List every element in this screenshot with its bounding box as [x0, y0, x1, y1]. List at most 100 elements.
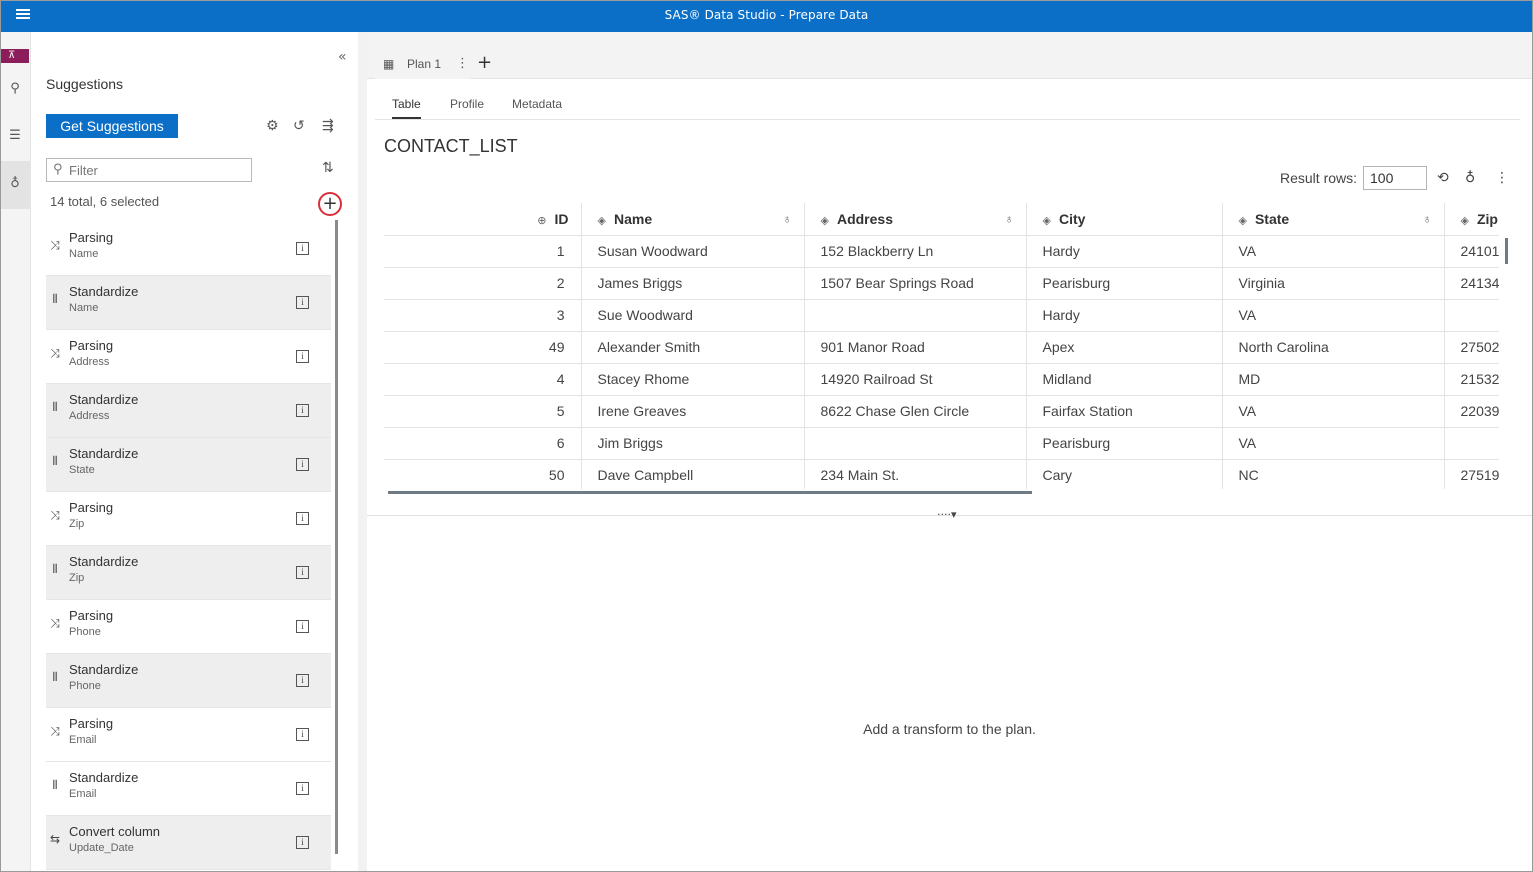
plan-tab-label[interactable]: Plan 1	[407, 57, 441, 71]
add-suggestions-button[interactable]: +	[318, 192, 342, 216]
column-header-state[interactable]: ◈ State ♁	[1222, 203, 1445, 236]
filter-field[interactable]: ⚲	[46, 158, 252, 182]
info-icon[interactable]: i	[296, 566, 309, 579]
suggestion-item[interactable]: ⤨ Parsing Phone i	[46, 600, 331, 654]
table-cell[interactable]: 50	[384, 459, 582, 489]
suggestion-item[interactable]: ⫴ Standardize Address i	[46, 384, 331, 438]
table-cell[interactable]: 152 Blackberry Ln	[804, 235, 1027, 268]
table-cell[interactable]	[804, 299, 1027, 332]
transforms-icon[interactable]: ⚲	[6, 80, 24, 98]
tab-table[interactable]: Table	[392, 97, 421, 119]
suggestion-item[interactable]: ⫴ Standardize State i	[46, 438, 331, 492]
table-cell[interactable]: 27502	[1444, 331, 1499, 364]
table-cell[interactable]: 8622 Chase Glen Circle	[804, 395, 1027, 428]
grid-horizontal-scrollbar[interactable]	[388, 491, 1032, 494]
table-cell[interactable]: 1507 Bear Springs Road	[804, 267, 1027, 300]
columns-icon[interactable]: ☰	[6, 127, 24, 145]
table-cell[interactable]: 24101	[1444, 235, 1499, 268]
suggestion-item[interactable]: ⫴ Standardize Email i	[46, 762, 331, 816]
lightbulb-icon[interactable]: ♁	[1465, 170, 1475, 186]
info-icon[interactable]: i	[296, 836, 309, 849]
column-suggestion-icon[interactable]: ♁	[1423, 212, 1432, 226]
table-cell[interactable]: Apex	[1026, 331, 1223, 364]
table-cell[interactable]: 14920 Railroad St	[804, 363, 1027, 396]
get-suggestions-button[interactable]: Get Suggestions	[46, 114, 178, 138]
table-cell[interactable]: 22039	[1444, 395, 1499, 428]
suggestion-item[interactable]: ⤨ Parsing Address i	[46, 330, 331, 384]
info-icon[interactable]: i	[296, 458, 309, 471]
table-cell[interactable]: 24134	[1444, 267, 1499, 300]
info-icon[interactable]: i	[296, 404, 309, 417]
table-cell[interactable]: Fairfax Station	[1026, 395, 1223, 428]
info-icon[interactable]: i	[296, 728, 309, 741]
suggestion-item[interactable]: ⤨ Parsing Name i	[46, 222, 331, 276]
column-header-id[interactable]: ⊕ ID	[384, 203, 582, 236]
table-cell[interactable]: VA	[1222, 235, 1445, 268]
table-cell[interactable]: 234 Main St.	[804, 459, 1027, 489]
info-icon[interactable]: i	[296, 512, 309, 525]
table-cell[interactable]	[1444, 427, 1499, 460]
table-cell[interactable]: Susan Woodward	[581, 235, 805, 268]
add-plan-tab-icon[interactable]: +	[477, 52, 492, 73]
column-header-city[interactable]: ◈ City	[1026, 203, 1223, 236]
suggestion-item[interactable]: ⇆ Convert column Update_Date i	[46, 816, 331, 870]
info-icon[interactable]: i	[296, 620, 309, 633]
pin-icon[interactable]: ⊼	[1, 49, 29, 63]
table-cell[interactable]: 2	[384, 267, 582, 300]
tab-profile[interactable]: Profile	[450, 97, 484, 111]
plan-options-icon[interactable]: ⋮	[456, 56, 469, 71]
suggestion-item[interactable]: ⫴ Standardize Zip i	[46, 546, 331, 600]
splitter-handle-icon[interactable]: ····▾	[937, 508, 957, 521]
table-cell[interactable]: Dave Campbell	[581, 459, 805, 489]
table-cell[interactable]: Alexander Smith	[581, 331, 805, 364]
info-icon[interactable]: i	[296, 242, 309, 255]
table-cell[interactable]: VA	[1222, 427, 1445, 460]
table-cell[interactable]: Sue Woodward	[581, 299, 805, 332]
table-cell[interactable]: James Briggs	[581, 267, 805, 300]
table-cell[interactable]: Stacey Rhome	[581, 363, 805, 396]
table-cell[interactable]: Virginia	[1222, 267, 1445, 300]
select-icon[interactable]: ⇶	[322, 118, 334, 134]
collapse-panel-icon[interactable]: «	[338, 49, 347, 65]
suggestion-item[interactable]: ⤨ Parsing Zip i	[46, 492, 331, 546]
table-cell[interactable]: Hardy	[1026, 299, 1223, 332]
suggestion-scrollbar[interactable]	[335, 220, 338, 854]
table-cell[interactable]: NC	[1222, 459, 1445, 489]
info-icon[interactable]: i	[296, 674, 309, 687]
sort-icon[interactable]: ⇅	[322, 160, 334, 176]
table-cell[interactable]: MD	[1222, 363, 1445, 396]
reset-icon[interactable]: ↺	[293, 118, 305, 134]
result-rows-input[interactable]	[1363, 166, 1427, 190]
info-icon[interactable]: i	[296, 350, 309, 363]
table-cell[interactable]: 27519	[1444, 459, 1499, 489]
suggestion-item[interactable]: ⫴ Standardize Phone i	[46, 654, 331, 708]
column-header-zip[interactable]: ◈ Zip	[1444, 203, 1499, 236]
table-cell[interactable]: 21532	[1444, 363, 1499, 396]
table-cell[interactable]: Pearisburg	[1026, 267, 1223, 300]
suggestions-icon[interactable]: ♁	[6, 175, 24, 193]
info-icon[interactable]: i	[296, 782, 309, 795]
table-cell[interactable]: 5	[384, 395, 582, 428]
settings-gear-icon[interactable]: ⚙	[266, 118, 279, 134]
table-cell[interactable]: Hardy	[1026, 235, 1223, 268]
table-cell[interactable]: 4	[384, 363, 582, 396]
table-cell[interactable]: VA	[1222, 299, 1445, 332]
table-cell[interactable]: 49	[384, 331, 582, 364]
table-cell[interactable]: Pearisburg	[1026, 427, 1223, 460]
table-cell[interactable]: Cary	[1026, 459, 1223, 489]
table-cell[interactable]: VA	[1222, 395, 1445, 428]
suggestion-item[interactable]: ⫴ Standardize Name i	[46, 276, 331, 330]
table-cell[interactable]: Jim Briggs	[581, 427, 805, 460]
column-header-address[interactable]: ◈ Address ♁	[804, 203, 1027, 236]
table-cell[interactable]: Irene Greaves	[581, 395, 805, 428]
table-cell[interactable]	[804, 427, 1027, 460]
panel-divider[interactable]	[358, 32, 367, 871]
suggestion-item[interactable]: ⤨ Parsing Email i	[46, 708, 331, 762]
column-header-name[interactable]: ◈ Name ♁	[581, 203, 805, 236]
refresh-icon[interactable]: ⟲	[1437, 170, 1449, 186]
table-cell[interactable]	[1444, 299, 1499, 332]
column-suggestion-icon[interactable]: ♁	[783, 212, 792, 226]
info-icon[interactable]: i	[296, 296, 309, 309]
table-cell[interactable]: North Carolina	[1222, 331, 1445, 364]
table-cell[interactable]: 6	[384, 427, 582, 460]
